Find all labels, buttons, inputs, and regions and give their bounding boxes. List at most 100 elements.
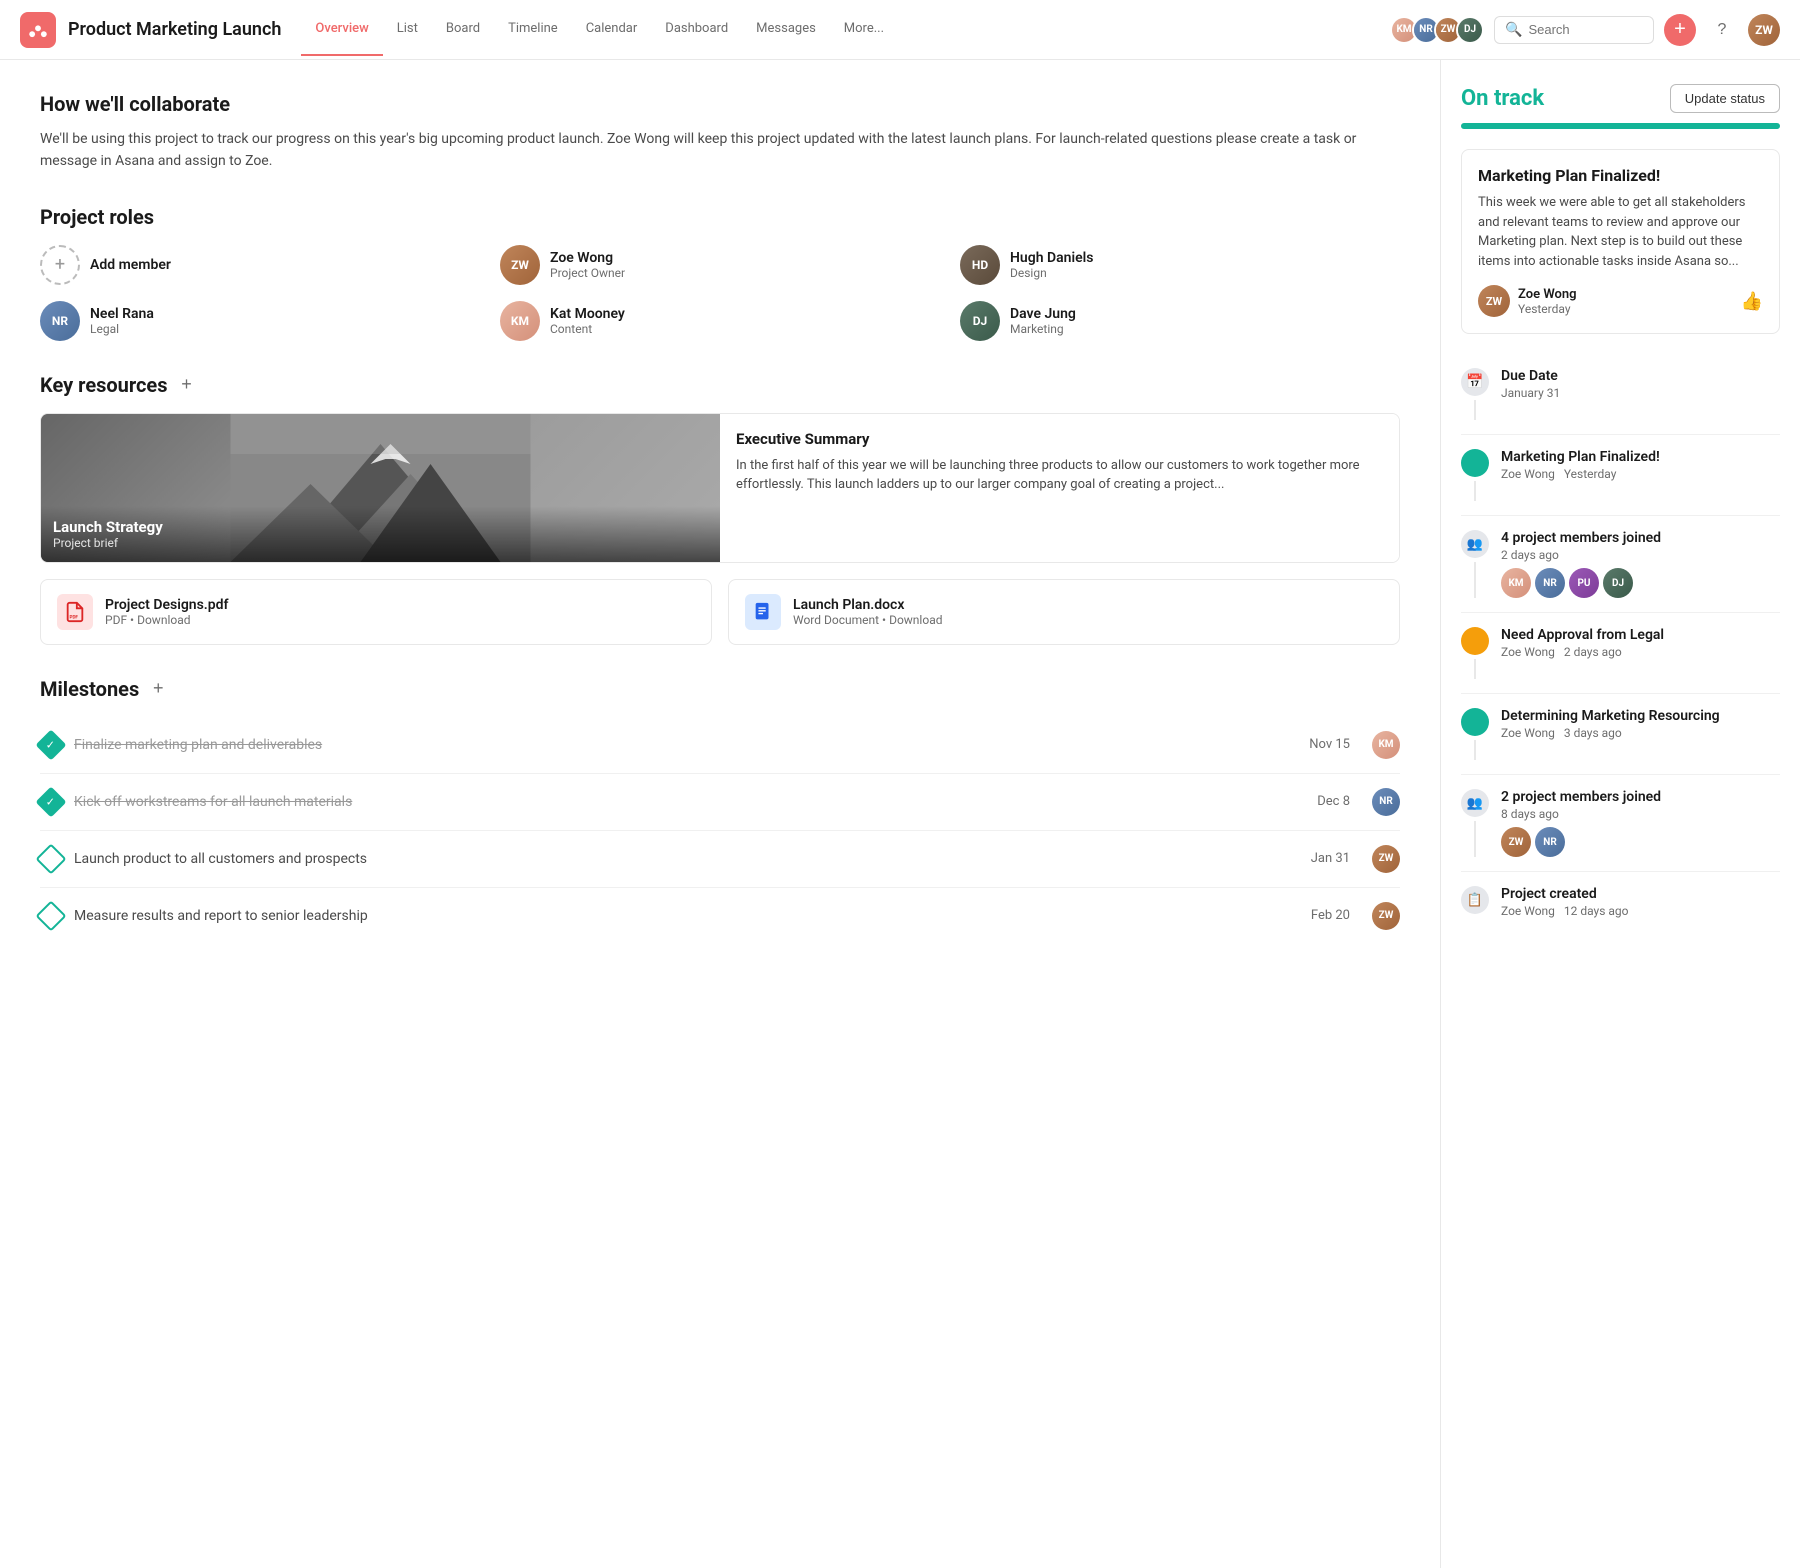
project-created-meta: Zoe Wong 12 days ago [1501,904,1780,918]
main-layout: How we'll collaborate We'll be using thi… [0,60,1800,1568]
asana-logo-icon [28,20,48,40]
nav-right: KM NR ZW DJ 🔍 + ? ZW [1390,14,1780,46]
resource-image: Launch Strategy Project brief [41,414,720,562]
help-button[interactable]: ? [1706,14,1738,46]
nav-tabs: Overview List Board Timeline Calendar Da… [301,3,898,56]
status-header: On track Update status [1461,84,1780,113]
zoe-avatar: ZW [500,245,540,285]
milestones-heading: Milestones [40,677,139,701]
tab-list[interactable]: List [383,3,432,56]
role-item-neel[interactable]: NR Neel Rana Legal [40,301,480,341]
marketing-plan-content: Marketing Plan Finalized! Zoe Wong Yeste… [1501,449,1780,501]
role-item-hugh[interactable]: HD Hugh Daniels Design [960,245,1400,285]
add-resource-button[interactable]: + [176,374,198,396]
milestone-item-3[interactable]: Launch product to all customers and pros… [40,831,1400,888]
zoe-role: Project Owner [550,266,625,280]
app-icon[interactable] [20,12,56,48]
approval-title: Need Approval from Legal [1501,627,1780,643]
activity-approval: Need Approval from Legal Zoe Wong 2 days… [1461,613,1780,694]
activity-due-date: 📅 Due Date January 31 [1461,354,1780,435]
role-item-zoe[interactable]: ZW Zoe Wong Project Owner [500,245,940,285]
activity-marketing-plan: Marketing Plan Finalized! Zoe Wong Yeste… [1461,435,1780,516]
due-date-title: Due Date [1501,368,1780,384]
milestone-date-3: Jan 31 [1311,851,1350,866]
tab-dashboard[interactable]: Dashboard [651,3,742,56]
project-designs-file[interactable]: PDF Project Designs.pdf PDF • Download [40,579,712,645]
milestone-date-1: Nov 15 [1309,737,1350,752]
search-input[interactable] [1528,22,1643,37]
2-members-title: 2 project members joined [1501,789,1780,805]
milestone-date-2: Dec 8 [1317,794,1350,809]
role-item-dave[interactable]: DJ Dave Jung Marketing [960,301,1400,341]
project-created-title: Project created [1501,886,1780,902]
resources-section: Key resources + [40,373,1400,645]
roles-heading: Project roles [40,205,1400,229]
hugh-name: Hugh Daniels [1010,250,1093,266]
members-icon-1: 👥 [1461,530,1489,558]
approval-icon [1461,627,1489,655]
checkmark-2: ✓ [46,795,55,808]
doc-icon [745,594,781,630]
milestone-item-1[interactable]: ✓ Finalize marketing plan and deliverabl… [40,717,1400,774]
launch-strategy-card[interactable]: Launch Strategy Project brief Executive … [40,413,1400,563]
milestone-item-2[interactable]: ✓ Kick off workstreams for all launch ma… [40,774,1400,831]
add-button[interactable]: + [1664,14,1696,46]
nav-avatar-4[interactable]: DJ [1456,16,1484,44]
activity-4-members: 👥 4 project members joined 2 days ago KM… [1461,516,1780,613]
project-designs-name: Project Designs.pdf [105,597,229,613]
milestone-list: ✓ Finalize marketing plan and deliverabl… [40,717,1400,944]
project-created-content: Project created Zoe Wong 12 days ago [1501,886,1780,924]
launch-strategy-title: Launch Strategy [53,518,708,536]
collaborate-section: How we'll collaborate We'll be using thi… [40,92,1400,173]
update-status-button[interactable]: Update status [1670,84,1780,113]
like-button[interactable]: 👍 [1741,291,1763,312]
milestone-diamond-3 [35,843,66,874]
status-user-avatar: ZW [1478,285,1510,317]
collaborate-heading: How we'll collaborate [40,92,1400,116]
add-member-button[interactable]: + [40,245,80,285]
member-avatar-neel-2: NR [1535,827,1565,857]
kat-role: Content [550,322,625,336]
member-avatar-neel: NR [1535,568,1565,598]
milestone-avatar-4: ZW [1372,902,1400,930]
resources-heading: Key resources [40,373,168,397]
milestone-date-4: Feb 20 [1311,908,1350,923]
add-member-label-wrap: Add member [90,257,171,273]
resources-heading-row: Key resources + [40,373,1400,397]
add-milestone-button[interactable]: + [147,678,169,700]
pdf-file-icon: PDF [64,601,86,623]
add-member-label: Add member [90,257,171,273]
tab-timeline[interactable]: Timeline [494,3,572,56]
resourcing-content: Determining Marketing Resourcing Zoe Won… [1501,708,1780,760]
current-user-avatar[interactable]: ZW [1748,14,1780,46]
tab-calendar[interactable]: Calendar [572,3,652,56]
search-bar[interactable]: 🔍 [1494,16,1654,44]
member-avatar-dave: DJ [1603,568,1633,598]
milestone-avatar-2: NR [1372,788,1400,816]
2-members-time: 8 days ago [1501,807,1780,821]
4-members-time: 2 days ago [1501,548,1780,562]
approval-content: Need Approval from Legal Zoe Wong 2 days… [1501,627,1780,679]
search-icon: 🔍 [1505,22,1522,38]
milestones-section: Milestones + ✓ Finalize marketing plan a… [40,677,1400,944]
launch-plan-file[interactable]: Launch Plan.docx Word Document • Downloa… [728,579,1400,645]
milestone-avatar-3: ZW [1372,845,1400,873]
2-members-avatars: ZW NR [1501,827,1780,857]
status-card: Marketing Plan Finalized! This week we w… [1461,149,1780,334]
role-item-kat[interactable]: KM Kat Mooney Content [500,301,940,341]
members-icon-2: 👥 [1461,789,1489,817]
tab-messages[interactable]: Messages [742,3,830,56]
launch-plan-info: Launch Plan.docx Word Document • Downloa… [793,597,942,627]
dave-role: Marketing [1010,322,1076,336]
tab-more[interactable]: More... [830,3,898,56]
milestone-label-4: Measure results and report to senior lea… [74,908,1299,924]
milestone-item-4[interactable]: Measure results and report to senior lea… [40,888,1400,944]
tab-board[interactable]: Board [432,3,494,56]
dave-info: Dave Jung Marketing [1010,306,1076,336]
resourcing-title: Determining Marketing Resourcing [1501,708,1780,724]
resourcing-meta: Zoe Wong 3 days ago [1501,726,1780,740]
add-member-item[interactable]: + Add member [40,245,480,285]
status-user-info: Zoe Wong Yesterday [1518,287,1577,316]
launch-plan-meta: Word Document • Download [793,613,942,627]
tab-overview[interactable]: Overview [301,3,382,56]
